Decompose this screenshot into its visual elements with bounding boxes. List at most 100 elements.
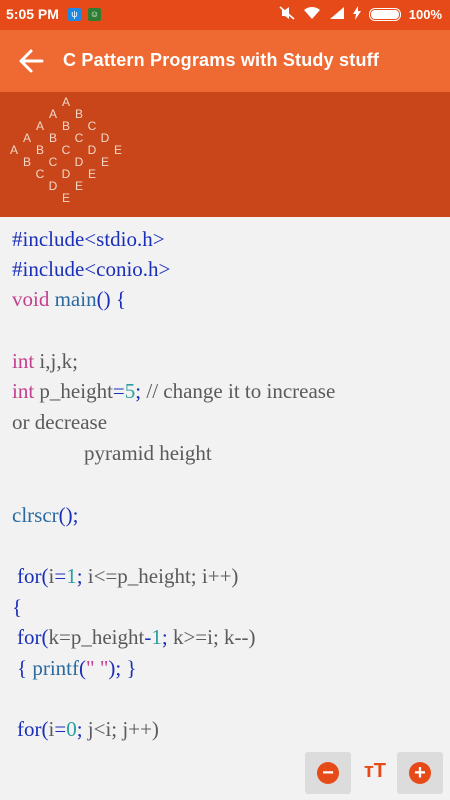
charging-icon — [352, 6, 361, 23]
code-token: main — [54, 287, 97, 311]
pattern-letter: A — [23, 131, 31, 145]
letter-pattern-graphic: AA BA B CA B C DA B C D EB C D EC D ED EE — [10, 95, 122, 205]
status-right: 100% — [279, 6, 442, 23]
pattern-letter: D — [101, 131, 110, 145]
code-token: ( — [79, 656, 86, 680]
increase-font-button[interactable]: + — [397, 752, 443, 794]
wifi-icon — [303, 6, 321, 23]
code-token: for — [17, 564, 42, 588]
code-line: void main() { — [12, 287, 126, 312]
code-token: int — [12, 379, 35, 403]
pattern-letter: C — [36, 167, 45, 181]
code-line: for(i=0; j<i; j++) — [17, 717, 159, 742]
decrease-font-button[interactable]: − — [305, 752, 351, 794]
code-token: for — [17, 717, 42, 741]
code-token: printf — [32, 656, 79, 680]
pattern-letter: D — [75, 155, 84, 169]
code-token: j++) — [122, 717, 159, 741]
pattern-letter: A — [36, 119, 44, 133]
pattern-letter: E — [62, 191, 70, 205]
code-token: ; — [135, 379, 142, 403]
code-token: k=p_height — [48, 625, 145, 649]
code-line: #include<stdio.h> — [12, 227, 165, 251]
code-token: k--) — [224, 625, 256, 649]
code-line: #include<conio.h> — [12, 257, 171, 281]
code-token: { — [17, 656, 28, 680]
code-token: = — [54, 717, 67, 741]
code-token: ; — [161, 625, 168, 649]
app-bar: C Pattern Programs with Study stuff — [0, 30, 450, 92]
pattern-letter: B — [23, 155, 31, 169]
code-line: int p_height=5; // change it to increase — [12, 379, 335, 404]
code-view: #include<stdio.h> #include<conio.h> void… — [0, 217, 450, 800]
code-line: { printf(" "); } — [17, 656, 137, 681]
code-line: for(k=p_height-1; k>=i; k--) — [17, 625, 256, 650]
arrow-left-icon — [14, 49, 48, 82]
status-bar: 5:05 PM ψ ☺ 100% — [0, 0, 450, 30]
pattern-letter: C — [49, 155, 58, 169]
code-token: 1 — [66, 564, 77, 588]
code-token: i,j,k; — [39, 349, 78, 373]
code-token: void — [12, 287, 50, 311]
code-token: ( — [41, 564, 49, 588]
pattern-letter: D — [62, 167, 71, 181]
pattern-letter: E — [88, 167, 96, 181]
code-token: ; — [76, 564, 83, 588]
code-line: { — [12, 595, 23, 619]
pattern-letter: B — [49, 131, 57, 145]
banner-image: AABABCABCDABCDEBCDECDEDEE — [0, 92, 450, 217]
usb-icon: ψ — [68, 8, 81, 21]
pattern-letter: D — [88, 143, 97, 157]
pattern-letter: B — [36, 143, 44, 157]
code-token: 0 — [66, 717, 77, 741]
code-token: j<i; — [87, 717, 118, 741]
pattern-letter: E — [114, 143, 122, 157]
pattern-letter: D — [49, 179, 58, 193]
code-token: p_height — [39, 379, 113, 403]
page-title: C Pattern Programs with Study stuff — [63, 50, 380, 70]
code-token: int — [12, 349, 35, 373]
battery-icon — [368, 8, 401, 21]
code-comment: // change it to increase — [146, 379, 336, 403]
android-icon: ☺ — [88, 8, 101, 21]
code-token: 5 — [124, 379, 136, 403]
code-token: 1 — [151, 625, 162, 649]
code-token: ; — [76, 717, 83, 741]
code-line: or decrease — [12, 410, 108, 434]
code-token: i++) — [201, 564, 239, 588]
battery-percent: 100% — [408, 7, 442, 22]
code-line: pyramid height — [84, 441, 212, 465]
code-token: i<=p_height; — [87, 564, 197, 588]
text-size-icon: тT — [363, 760, 386, 782]
code-line: for(i=1; i<=p_height; i++) — [17, 564, 238, 589]
pattern-letter: E — [75, 179, 83, 193]
code-token: = — [54, 564, 67, 588]
pattern-letter: C — [62, 143, 71, 157]
code-token: for — [17, 625, 42, 649]
back-button[interactable] — [14, 44, 48, 78]
mute-icon — [279, 6, 295, 23]
pattern-letter: B — [75, 107, 83, 121]
font-size-controls: − тT + — [305, 752, 445, 794]
pattern-letter: A — [10, 143, 18, 157]
code-token: ); } — [108, 656, 137, 680]
battery-fill — [370, 10, 399, 19]
code-token: ( — [41, 717, 49, 741]
code-token: = — [112, 379, 125, 403]
pattern-letter: E — [101, 155, 109, 169]
code-line: clrscr(); — [12, 503, 78, 528]
plus-circle-icon: + — [409, 762, 431, 784]
code-line: int i,j,k; — [12, 349, 78, 374]
code-token: (); — [58, 503, 79, 527]
code-token: clrscr — [12, 503, 59, 527]
signal-icon — [329, 6, 345, 23]
pattern-letter: A — [49, 107, 57, 121]
code-token: () { — [96, 287, 126, 311]
pattern-letter: A — [62, 95, 70, 109]
minus-circle-icon: − — [317, 762, 339, 784]
pattern-letter: C — [75, 131, 84, 145]
pattern-letter: C — [88, 119, 97, 133]
code-token: k>=i; — [172, 625, 219, 649]
pattern-letter: B — [62, 119, 70, 133]
code-token: ( — [41, 625, 49, 649]
